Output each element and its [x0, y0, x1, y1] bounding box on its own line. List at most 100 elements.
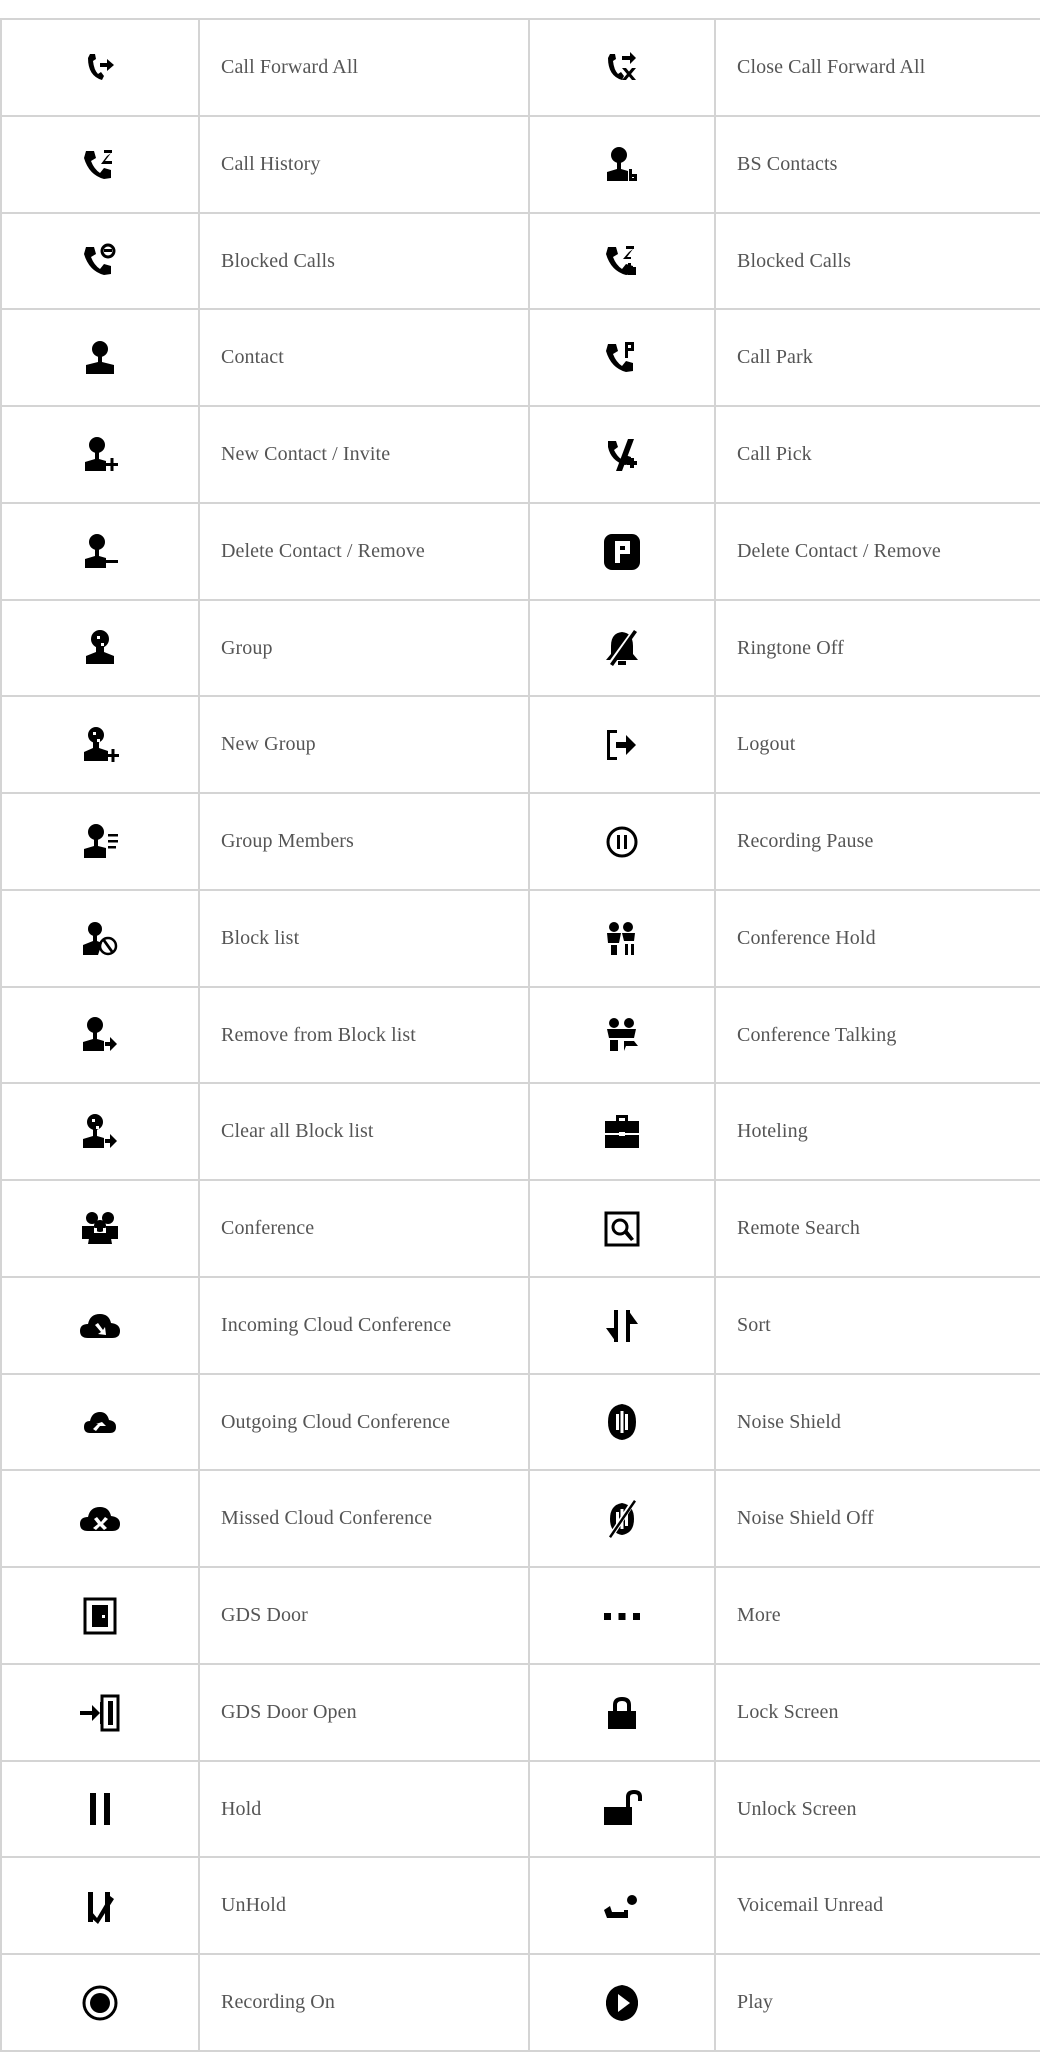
- bs-contacts-icon: [598, 141, 646, 189]
- icon-label: Conference: [198, 1179, 530, 1278]
- icon-cell: [0, 1953, 200, 2052]
- icon-label: New Group: [198, 695, 530, 794]
- icon-cell: [0, 308, 200, 407]
- table-row: Call Forward All Close Call Forward All: [0, 18, 1040, 117]
- blocked-calls-icon: [76, 237, 124, 285]
- icon-cell: [528, 405, 716, 504]
- icon-cell: [0, 18, 200, 117]
- group-members-icon: [76, 818, 124, 866]
- noise-shield-icon: [598, 1398, 646, 1446]
- icon-cell: [0, 212, 200, 310]
- table-row: Block list Conference Hold: [0, 889, 1040, 988]
- table-row: Clear all Block list Hoteling: [0, 1082, 1040, 1181]
- icon-cell: [0, 1373, 200, 1471]
- icon-label: Remote Search: [714, 1179, 1040, 1278]
- icon-cell: [0, 405, 200, 504]
- incoming-cloud-conference-icon: [76, 1302, 124, 1350]
- icon-label: UnHold: [198, 1856, 530, 1955]
- icon-cell: [0, 1179, 200, 1278]
- icon-label: Hold: [198, 1760, 530, 1858]
- icon-cell: [0, 1469, 200, 1568]
- icon-label: Ringtone Off: [714, 599, 1040, 697]
- icon-cell: [528, 308, 716, 407]
- table-row: Missed Cloud Conference Noise Shield Off: [0, 1469, 1040, 1568]
- table-row: Blocked Calls Blocked Calls: [0, 212, 1040, 310]
- call-park-icon: [598, 334, 646, 382]
- icon-cell: [528, 1082, 716, 1181]
- close-call-forward-all-icon: [598, 44, 646, 92]
- icon-label: Noise Shield: [714, 1373, 1040, 1471]
- icon-cell: [528, 1566, 716, 1665]
- icon-label: Outgoing Cloud Conference: [198, 1373, 530, 1471]
- sort-icon: [598, 1302, 646, 1350]
- icon-label: Delete Contact / Remove: [198, 502, 530, 601]
- conference-hold-icon: [598, 915, 646, 963]
- table-row: Remove from Block list Conference Talking: [0, 986, 1040, 1084]
- icon-cell: [528, 889, 716, 988]
- icon-label: Recording On: [198, 1953, 530, 2052]
- icon-label: Delete Contact / Remove: [714, 502, 1040, 601]
- icon-label: Remove from Block list: [198, 986, 530, 1084]
- icon-label: Voicemail Unread: [714, 1856, 1040, 1955]
- icon-label: Call Forward All: [198, 18, 530, 117]
- icon-label: Lock Screen: [714, 1663, 1040, 1762]
- icon-cell: [0, 502, 200, 601]
- icon-label: Call Pick: [714, 405, 1040, 504]
- table-row: Conference Remote Search: [0, 1179, 1040, 1278]
- icon-cell: [0, 986, 200, 1084]
- call-history-icon: [76, 141, 124, 189]
- table-row: New Group Logout: [0, 695, 1040, 794]
- table-row: New Contact / Invite Call Pick: [0, 405, 1040, 504]
- icon-reference-table: Call Forward All Close Call Forward All Ca…: [0, 18, 1040, 2052]
- call-pick-icon: [598, 431, 646, 479]
- icon-cell: [528, 502, 716, 601]
- icon-label: Group: [198, 599, 530, 697]
- lock-screen-icon: [598, 1689, 646, 1737]
- hold-icon: [76, 1785, 124, 1833]
- icon-cell: [528, 1276, 716, 1375]
- park-p-icon: [598, 528, 646, 576]
- icon-label: Incoming Cloud Conference: [198, 1276, 530, 1375]
- remove-block-list-icon: [76, 1011, 124, 1059]
- voicemail-unread-icon: [598, 1882, 646, 1930]
- gds-door-icon: [76, 1592, 124, 1640]
- conference-icon: [76, 1205, 124, 1253]
- gds-door-open-icon: [76, 1689, 124, 1737]
- icon-cell: [0, 889, 200, 988]
- icon-label: BS Contacts: [714, 115, 1040, 214]
- icon-label: Group Members: [198, 792, 530, 891]
- block-list-icon: [76, 915, 124, 963]
- recording-on-icon: [76, 1979, 124, 2027]
- icon-cell: [0, 1760, 200, 1858]
- noise-shield-off-icon: [598, 1495, 646, 1543]
- icon-cell: [528, 212, 716, 310]
- icon-cell: [528, 1179, 716, 1278]
- table-row: Contact Call Park: [0, 308, 1040, 407]
- icon-label: Contact: [198, 308, 530, 407]
- table-row: Call History BS Contacts: [0, 115, 1040, 214]
- icon-label: GDS Door: [198, 1566, 530, 1665]
- table-row: Group Members Recording Pause: [0, 792, 1040, 891]
- recording-pause-icon: [598, 818, 646, 866]
- more-icon: [598, 1592, 646, 1640]
- icon-cell: [0, 115, 200, 214]
- conference-talking-icon: [598, 1011, 646, 1059]
- logout-icon: [598, 721, 646, 769]
- contact-icon: [76, 334, 124, 382]
- table-row: Incoming Cloud Conference Sort: [0, 1276, 1040, 1375]
- icon-cell: [528, 695, 716, 794]
- unhold-icon: [76, 1882, 124, 1930]
- icon-label: Blocked Calls: [198, 212, 530, 310]
- icon-table-body: Call Forward All Close Call Forward All Ca…: [0, 18, 1040, 2052]
- icon-cell: [528, 115, 716, 214]
- icon-cell: [528, 1856, 716, 1955]
- icon-label: New Contact / Invite: [198, 405, 530, 504]
- clear-block-list-icon: [76, 1108, 124, 1156]
- icon-label: Close Call Forward All: [714, 18, 1040, 117]
- table-row: GDS Door Open Lock Screen: [0, 1663, 1040, 1762]
- call-forward-all-icon: [76, 44, 124, 92]
- icon-cell: [528, 986, 716, 1084]
- blocked-calls-b-icon: [598, 237, 646, 285]
- missed-cloud-conference-icon: [76, 1495, 124, 1543]
- hoteling-icon: [598, 1108, 646, 1156]
